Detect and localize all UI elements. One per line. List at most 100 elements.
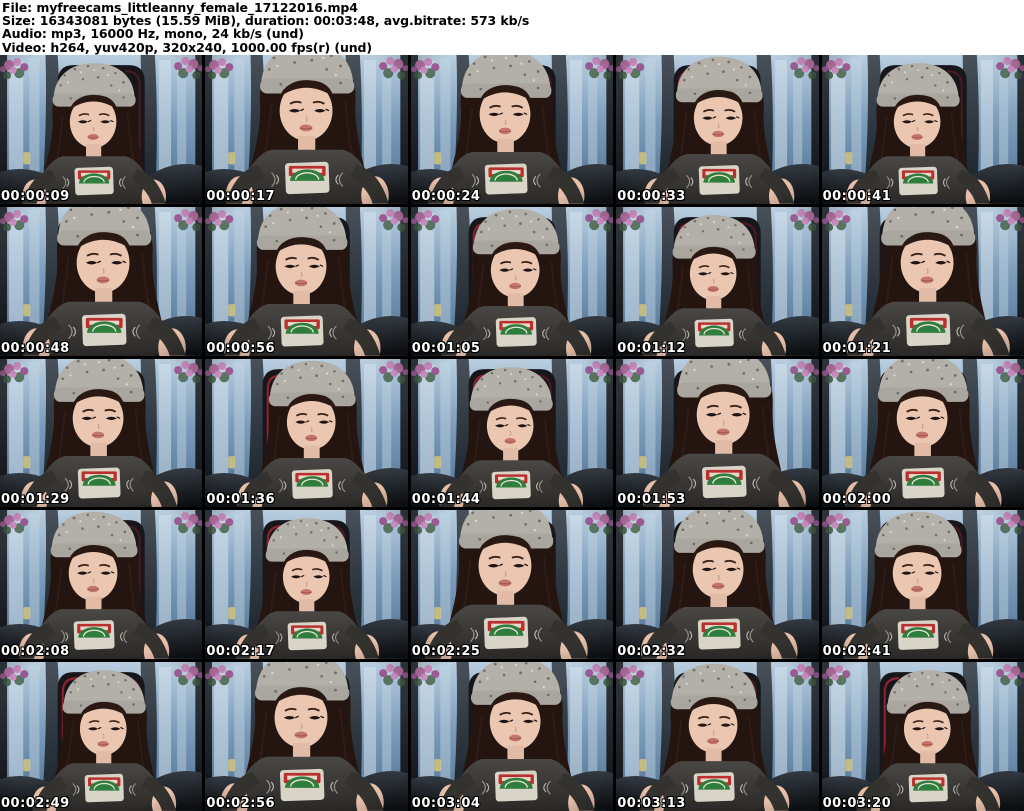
video-thumbnail: 00:02:17 [205, 510, 408, 660]
webcam-frame-illustration [205, 510, 408, 660]
vignette [821, 358, 1024, 508]
webcam-frame-illustration [410, 510, 614, 660]
vignette [616, 358, 819, 508]
webcam-frame-illustration [0, 358, 203, 508]
thumbnail-timestamp: 00:03:04 [411, 796, 481, 811]
thumbnail-timestamp: 00:01:12 [617, 340, 686, 356]
webcam-frame-illustration [0, 510, 203, 660]
video-thumbnail: 00:02:32 [616, 510, 819, 660]
vignette [205, 55, 408, 204]
vignette [0, 510, 203, 660]
webcam-frame-illustration [616, 206, 819, 356]
video-thumbnail: 00:00:17 [205, 55, 408, 204]
webcam-frame-illustration [410, 206, 614, 356]
webcam-frame-illustration [205, 206, 408, 356]
video-thumbnail: 00:00:41 [821, 55, 1024, 204]
webcam-frame-illustration [821, 358, 1024, 508]
webcam-frame-illustration [205, 55, 408, 204]
video-thumbnail: 00:00:56 [205, 206, 408, 356]
video-thumbnail: 00:00:33 [616, 55, 819, 204]
vignette [410, 662, 614, 811]
video-thumbnail: 00:00:48 [0, 206, 203, 356]
thumbnail-timestamp: 00:02:56 [206, 796, 276, 811]
video-thumbnail: 00:02:56 [205, 662, 408, 811]
video-contact-sheet: File: myfreecams_littleanny_female_17122… [0, 0, 1024, 811]
vignette [0, 358, 203, 508]
webcam-frame-illustration [616, 358, 819, 508]
video-thumbnail: 00:02:08 [0, 510, 203, 660]
thumbnail-timestamp: 00:03:20 [822, 796, 892, 811]
webcam-frame-illustration [616, 55, 819, 204]
webcam-frame-illustration [410, 55, 614, 204]
video-thumbnail: 00:00:24 [410, 55, 614, 204]
webcam-frame-illustration [821, 510, 1024, 660]
thumbnail-timestamp: 00:00:56 [206, 340, 276, 356]
vignette [205, 662, 408, 811]
thumbnail-timestamp: 00:01:36 [206, 492, 276, 508]
video-thumbnail: 00:02:00 [821, 358, 1024, 508]
thumbnail-timestamp: 00:02:00 [822, 492, 892, 508]
vignette [0, 662, 203, 811]
webcam-frame-illustration [821, 55, 1024, 204]
video-thumbnail: 00:01:29 [0, 358, 203, 508]
vignette [0, 55, 203, 204]
audio-info-line: Audio: mp3, 16000 Hz, mono, 24 kb/s (und… [2, 26, 304, 42]
thumbnail-timestamp: 00:00:33 [617, 188, 686, 204]
vignette [410, 358, 614, 508]
vignette [410, 510, 614, 660]
webcam-frame-illustration [616, 510, 819, 660]
video-thumbnail: 00:01:12 [616, 206, 819, 356]
thumbnail-timestamp: 00:01:53 [617, 492, 686, 508]
thumbnail-timestamp: 00:00:09 [1, 188, 70, 204]
vignette [205, 510, 408, 660]
video-thumbnail: 00:00:09 [0, 55, 203, 204]
vignette [616, 510, 819, 660]
thumbnail-timestamp: 00:02:41 [822, 644, 892, 660]
vignette [616, 206, 819, 356]
thumbnail-timestamp: 00:03:13 [617, 796, 686, 811]
vignette [616, 55, 819, 204]
file-info-header: File: myfreecams_littleanny_female_17122… [0, 0, 1024, 55]
video-thumbnail: 00:02:49 [0, 662, 203, 811]
vignette [616, 662, 819, 811]
video-thumbnail: 00:03:13 [616, 662, 819, 811]
video-thumbnail: 00:01:53 [616, 358, 819, 508]
thumbnail-timestamp: 00:01:44 [411, 492, 481, 508]
thumbnail-timestamp: 00:02:08 [1, 644, 70, 660]
vignette [821, 55, 1024, 204]
video-info-line: Video: h264, yuv420p, 320x240, 1000.00 f… [2, 39, 373, 55]
video-thumbnail: 00:01:36 [205, 358, 408, 508]
vignette [821, 206, 1024, 356]
webcam-frame-illustration [205, 358, 408, 508]
vignette [410, 55, 614, 204]
webcam-frame-illustration [0, 662, 203, 811]
thumbnail-timestamp: 00:02:17 [206, 644, 276, 660]
video-thumbnail: 00:01:21 [821, 206, 1024, 356]
thumbnail-timestamp: 00:00:48 [1, 340, 70, 356]
thumbnail-timestamp: 00:02:25 [411, 644, 481, 660]
video-thumbnail: 00:01:05 [410, 206, 614, 356]
vignette [821, 662, 1024, 811]
webcam-frame-illustration [616, 662, 819, 811]
video-thumbnail: 00:03:04 [410, 662, 614, 811]
webcam-frame-illustration [0, 55, 203, 204]
vignette [821, 510, 1024, 660]
webcam-frame-illustration [410, 662, 614, 811]
webcam-frame-illustration [410, 358, 614, 508]
vignette [205, 206, 408, 356]
video-thumbnail: 00:02:25 [410, 510, 614, 660]
video-thumbnail: 00:02:41 [821, 510, 1024, 660]
vignette [0, 206, 203, 356]
thumbnail-timestamp: 00:02:32 [617, 644, 686, 660]
video-thumbnail: 00:01:44 [410, 358, 614, 508]
thumbnail-timestamp: 00:01:21 [822, 340, 892, 356]
thumbnail-timestamp: 00:00:41 [822, 188, 892, 204]
thumbnail-timestamp: 00:01:05 [411, 340, 481, 356]
video-thumbnail: 00:03:20 [821, 662, 1024, 811]
vignette [410, 206, 614, 356]
vignette [205, 358, 408, 508]
webcam-frame-illustration [0, 206, 203, 356]
webcam-frame-illustration [821, 662, 1024, 811]
thumbnail-timestamp: 00:00:24 [411, 188, 481, 204]
thumbnail-timestamp: 00:01:29 [1, 492, 70, 508]
